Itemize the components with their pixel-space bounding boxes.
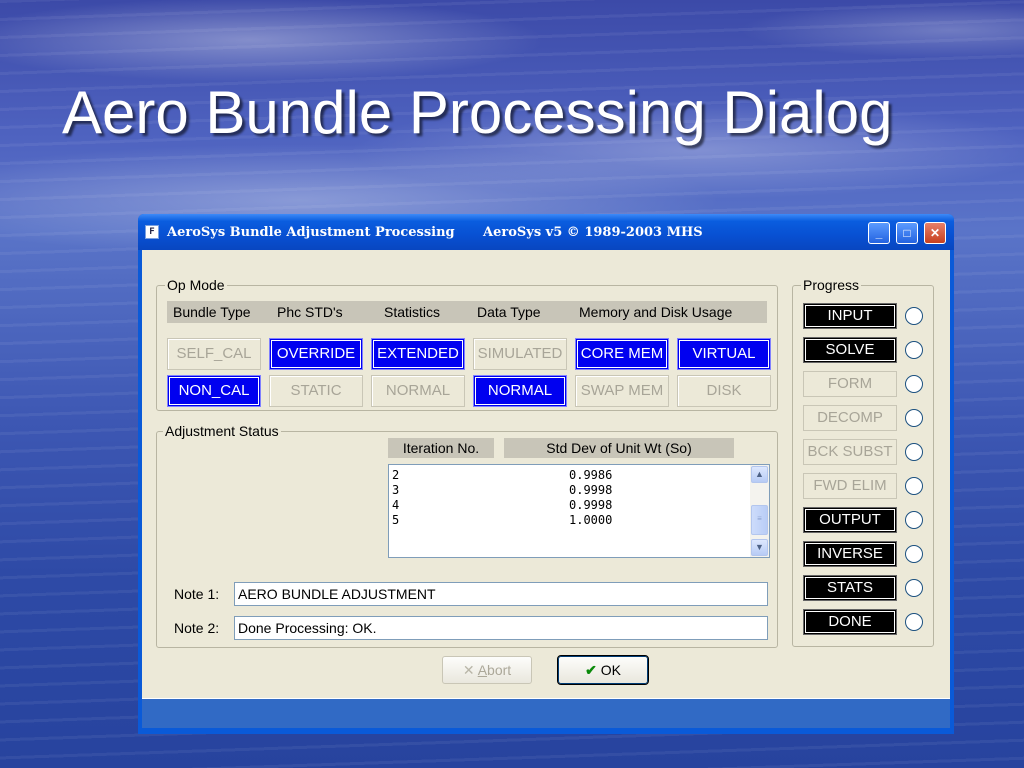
col-iteration: Iteration No. [388, 438, 494, 458]
abort-label: bort [487, 662, 512, 678]
progress-radio-icon[interactable] [905, 409, 923, 427]
window-title: AeroSys Bundle Adjustment Processing [167, 225, 455, 240]
progress-radio-icon[interactable] [905, 375, 923, 393]
mode-toggle-non-cal[interactable]: NON_CAL [167, 375, 261, 407]
list-scrollbar[interactable]: ▲ ≡ ▼ [750, 465, 769, 557]
op-mode-label: Op Mode [165, 277, 227, 293]
close-button[interactable]: ✕ [924, 222, 946, 244]
slide-title: Aero Bundle Processing Dialog [62, 79, 893, 146]
progress-step-done: DONE [803, 609, 897, 635]
op-mode-group: Op Mode Bundle Type Phc STD's Statistics… [156, 277, 778, 411]
iteration-number: 2 [392, 468, 400, 482]
dialog-window: F AeroSys Bundle Adjustment Processing A… [138, 214, 954, 734]
header-bundle-type: Bundle Type [173, 304, 251, 320]
progress-step-output: OUTPUT [803, 507, 897, 533]
progress-radio-icon[interactable] [905, 477, 923, 495]
mode-toggle-static[interactable]: STATIC [269, 375, 363, 407]
op-mode-header: Bundle Type Phc STD's Statistics Data Ty… [167, 301, 767, 323]
ok-button[interactable]: ✔ OK [557, 655, 649, 685]
progress-radio-icon[interactable] [905, 443, 923, 461]
std-dev-value: 0.9998 [569, 498, 613, 512]
progress-radio-icon[interactable] [905, 307, 923, 325]
adjustment-status-label: Adjustment Status [163, 423, 281, 439]
x-icon: ✕ [462, 662, 475, 678]
mode-toggle-override[interactable]: OVERRIDE [269, 338, 363, 370]
progress-step-decomp: DECOMP [803, 405, 897, 431]
title-bar[interactable]: F AeroSys Bundle Adjustment Processing A… [138, 214, 954, 250]
mode-toggle-core-mem[interactable]: CORE MEM [575, 338, 669, 370]
header-phc-std: Phc STD's [277, 304, 343, 320]
note2-field[interactable]: Done Processing: OK. [234, 616, 768, 640]
iteration-number: 4 [392, 498, 400, 512]
version-text: AeroSys v5 © 1989-2003 MHS [483, 225, 703, 240]
std-dev-value: 0.9998 [569, 483, 613, 497]
progress-step-input: INPUT [803, 303, 897, 329]
dialog-client: Op Mode Bundle Type Phc STD's Statistics… [142, 250, 950, 698]
minimize-icon: _ [875, 226, 883, 240]
progress-step-bck-subst: BCK SUBST [803, 439, 897, 465]
mode-toggle-virtual[interactable]: VIRTUAL [677, 338, 771, 370]
ok-label: OK [600, 662, 621, 678]
iteration-number: 5 [392, 513, 400, 527]
mode-toggle-normal[interactable]: NORMAL [371, 375, 465, 407]
std-dev-value: 1.0000 [569, 513, 613, 527]
abort-button[interactable]: ✕ Abort [442, 656, 532, 684]
progress-step-inverse: INVERSE [803, 541, 897, 567]
progress-step-stats: STATS [803, 575, 897, 601]
maximize-icon: □ [903, 226, 911, 240]
col-std-dev: Std Dev of Unit Wt (So) [504, 438, 734, 458]
scroll-down-icon[interactable]: ▼ [751, 539, 768, 556]
mode-toggle-self-cal[interactable]: SELF_CAL [167, 338, 261, 370]
scroll-thumb[interactable]: ≡ [751, 505, 768, 535]
note1-label: Note 1: [174, 586, 220, 602]
app-icon[interactable]: F [145, 225, 159, 239]
mode-toggle-simulated[interactable]: SIMULATED [473, 338, 567, 370]
progress-step-solve: SOLVE [803, 337, 897, 363]
progress-step-fwd-elim: FWD ELIM [803, 473, 897, 499]
scroll-up-icon[interactable]: ▲ [751, 466, 768, 483]
progress-group: Progress INPUT SOLVE FORM DECOMP BCK SUBST FW… [792, 277, 934, 647]
progress-label: Progress [801, 277, 862, 293]
progress-radio-icon[interactable] [905, 579, 923, 597]
note1-field[interactable]: AERO BUNDLE ADJUSTMENT [234, 582, 768, 606]
mode-toggle-extended[interactable]: EXTENDED [371, 338, 465, 370]
mode-toggle-normal[interactable]: NORMAL [473, 375, 567, 407]
mode-toggle-disk[interactable]: DISK [677, 375, 771, 407]
std-dev-value: 0.9986 [569, 468, 613, 482]
progress-radio-icon[interactable] [905, 511, 923, 529]
status-bar [142, 698, 950, 728]
close-icon: ✕ [929, 226, 941, 240]
header-statistics: Statistics [384, 304, 441, 320]
header-memory-disk: Memory and Disk Usage [579, 304, 733, 320]
progress-radio-icon[interactable] [905, 545, 923, 563]
iteration-number: 3 [392, 483, 400, 497]
minimize-button[interactable]: _ [868, 222, 890, 244]
checkmark-icon: ✔ [585, 662, 597, 678]
progress-step-form: FORM [803, 371, 897, 397]
maximize-button[interactable]: □ [896, 222, 918, 244]
header-data-type: Data Type [477, 304, 541, 320]
note2-label: Note 2: [174, 620, 220, 636]
abort-mnemonic: A [477, 662, 488, 678]
progress-radio-icon[interactable] [905, 341, 923, 359]
mode-toggle-swap-mem[interactable]: SWAP MEM [575, 375, 669, 407]
iteration-list[interactable]: 2 0.9986 3 0.9998 4 0.9998 5 1.0000 ▲ ≡ ▼ [388, 464, 770, 558]
progress-radio-icon[interactable] [905, 613, 923, 631]
